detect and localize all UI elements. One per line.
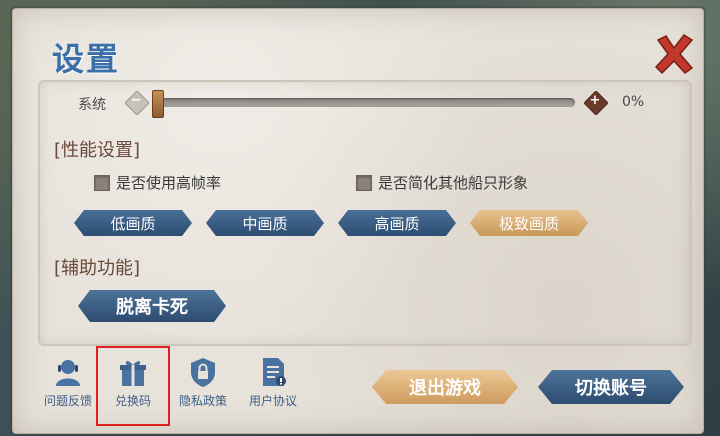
minus-icon: − xyxy=(130,93,142,108)
unstuck-button[interactable]: 脱离卡死 xyxy=(78,290,226,322)
performance-section-title: [性能设置] xyxy=(54,140,141,161)
customer-service-icon xyxy=(56,360,80,386)
switch-account-button[interactable]: 切换账号 xyxy=(538,370,684,404)
plus-icon: + xyxy=(589,93,601,108)
simplify-ships-checkbox[interactable] xyxy=(356,174,372,191)
simplify-ships-label: 是否简化其他船只形象 xyxy=(378,174,529,192)
simplify-ships-option[interactable]: 是否简化其他船只形象 xyxy=(356,172,528,193)
volume-value: 0% xyxy=(622,94,645,110)
page-title: 设置 xyxy=(52,40,121,78)
volume-slider-handle[interactable] xyxy=(152,90,164,118)
assist-section-title: [辅助功能] xyxy=(54,258,141,279)
feedback-label: 问题反馈 xyxy=(43,394,92,408)
quality-high-button[interactable]: 高画质 xyxy=(338,210,456,236)
close-button[interactable] xyxy=(652,32,696,76)
high-fps-option[interactable]: 是否使用高帧率 xyxy=(94,172,221,193)
user-agreement-button[interactable]: 用户协议 xyxy=(237,356,309,416)
high-fps-checkbox[interactable] xyxy=(94,174,110,191)
exit-game-button[interactable]: 退出游戏 xyxy=(372,370,518,404)
redeem-code-highlight xyxy=(96,346,170,426)
user-agreement-label: 用户协议 xyxy=(248,394,297,408)
privacy-policy-label: 隐私政策 xyxy=(178,394,227,408)
quality-medium-button[interactable]: 中画质 xyxy=(206,210,324,236)
privacy-policy-button[interactable]: 隐私政策 xyxy=(167,356,239,416)
feedback-button[interactable]: 问题反馈 xyxy=(32,356,104,416)
volume-label: 系统 xyxy=(78,97,106,113)
quality-ultra-button[interactable]: 极致画质 xyxy=(470,210,588,236)
high-fps-label: 是否使用高帧率 xyxy=(116,174,222,192)
volume-slider-track[interactable] xyxy=(152,98,575,107)
close-icon xyxy=(654,34,694,75)
document-icon xyxy=(263,358,286,386)
privacy-lock-icon xyxy=(191,358,215,387)
quality-low-button[interactable]: 低画质 xyxy=(74,210,192,236)
